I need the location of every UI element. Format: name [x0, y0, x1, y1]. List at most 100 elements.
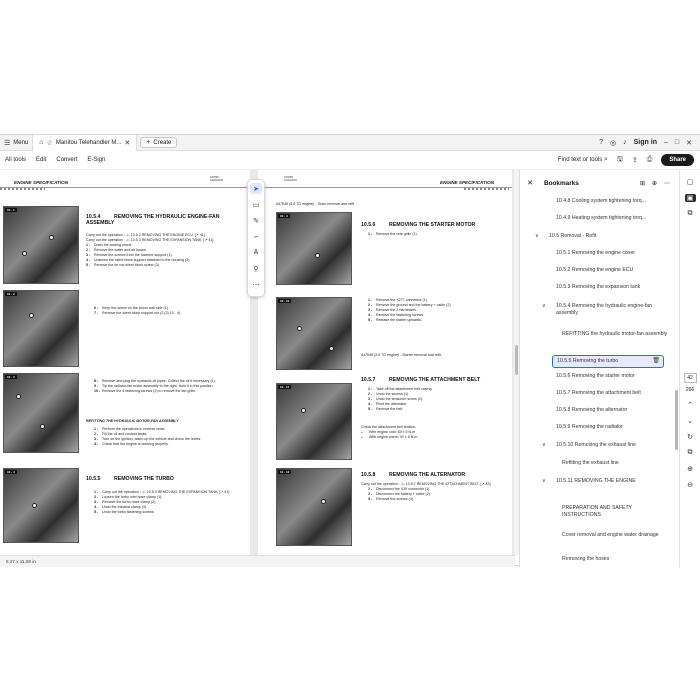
callout-marker — [40, 424, 45, 429]
bookmark-item[interactable]: 10.4.8 Cooling system tightening torq... — [556, 198, 664, 205]
find-text-button[interactable]: Find text or tools ⌕ — [558, 156, 608, 164]
callout-marker — [297, 326, 302, 331]
section-number: 10.5.6 — [361, 222, 376, 228]
bookmark-item[interactable]: 10.5.1 Removing the engine cover — [556, 250, 664, 257]
bookmark-item[interactable]: ∨ 10.5.4 Removing the hydraulic engine-fa… — [542, 303, 664, 317]
callout-marker — [329, 346, 334, 351]
add-bookmark-icon[interactable]: ⊕ — [652, 180, 657, 187]
page-down-icon[interactable]: ⌄ — [687, 417, 693, 425]
zoom-out-icon[interactable]: ⊖ — [687, 481, 693, 489]
bookmark-item[interactable]: ∨ 10.5.10 Removing the exhaust line — [542, 442, 664, 449]
bookmark-item[interactable]: Cover removal and engine water drainage — [562, 532, 670, 539]
copy-icon[interactable]: ⧉ — [688, 449, 693, 457]
bookmark-item[interactable]: ∨ 10.5.11 REMOVING THE ENGINE — [542, 478, 664, 485]
toolbar-right: Find text or tools ⌕ 🖫 ⇪ ⎙ Share — [558, 154, 700, 166]
more-icon[interactable]: ⋯ — [250, 279, 262, 290]
menu-convert[interactable]: Convert — [56, 157, 77, 163]
print-icon[interactable]: ⎙ — [647, 156, 653, 164]
maximize-icon[interactable]: □ — [675, 139, 679, 146]
bookmark-item[interactable]: 10.4.9 Heating system tightening torq... — [556, 215, 664, 222]
menu-e-sign[interactable]: E-Sign — [87, 157, 105, 163]
find-label: Find text or tools — [557, 157, 603, 163]
bookmark-item[interactable]: 10.5.6 Removing the starter motor — [556, 373, 664, 380]
help-icon[interactable]: ? — [599, 139, 603, 146]
pdf-page-right: 647868 10/04/2020 ENGINE SPECIFICATION 6… — [258, 170, 512, 555]
sign-in-button[interactable]: Sign in — [634, 139, 657, 146]
document-tab[interactable]: ⌂ ☆ Manitou Telehandler M... ✕ — [32, 134, 138, 151]
comments-icon[interactable]: ▢ — [687, 178, 694, 186]
share-button[interactable]: Share — [661, 154, 694, 166]
lasso-icon[interactable]: ∽ — [250, 231, 262, 242]
chevron-down-icon[interactable]: ∨ — [535, 233, 539, 240]
star-icon[interactable]: ☆ — [47, 139, 53, 147]
bookmark-options-icon[interactable]: ⊞ — [640, 180, 645, 187]
bookmark-item[interactable]: 10.5.8 Removing the alternator — [556, 407, 664, 414]
create-button[interactable]: + Create — [140, 137, 178, 148]
zoom-in-icon[interactable]: ⊕ — [687, 465, 693, 473]
cursor-icon[interactable]: ➤ — [250, 183, 262, 194]
menu-label: Menu — [13, 139, 29, 146]
section-title: 10.5.5 REMOVING THE TURBO — [86, 476, 246, 482]
bookmark-label: 10.4.9 Heating system tightening torq... — [556, 215, 647, 221]
close-tab-icon[interactable]: ✕ — [124, 139, 130, 147]
plus-icon: + — [146, 139, 151, 146]
stamp-icon[interactable]: ⚲ — [250, 263, 262, 274]
page-header-code: 647868 10/04/2020 — [284, 176, 297, 182]
bookmark-item[interactable]: REFITTING the hydraulic motor-fan assemb… — [562, 331, 670, 338]
refresh-icon[interactable]: ↻ — [687, 433, 693, 441]
page-header-title: ENGINE SPECIFICATION — [14, 180, 69, 185]
bookmark-label: 10.5.7 Removing the attachment belt — [556, 390, 641, 396]
step: 4 - Check that the engine is working prop… — [94, 442, 169, 446]
bookmark-item[interactable]: 10.5.2 Removing the engine ECU — [556, 267, 664, 274]
bookmark-item[interactable]: PREPARATION AND SAFETY INSTRUCTIONS — [562, 505, 670, 519]
close-window-icon[interactable]: ✕ — [686, 139, 692, 147]
main-toolbar: All tools Edit Convert E-Sign Find text … — [0, 151, 700, 170]
upload-icon[interactable]: ⇪ — [632, 156, 638, 164]
bookmark-item[interactable]: Refitting the exhaust line — [562, 460, 670, 467]
menu-all-tools[interactable]: All tools — [5, 157, 26, 163]
minimize-icon[interactable]: – — [664, 139, 668, 146]
bookmark-item[interactable]: Removing the hoses — [562, 556, 670, 563]
section-body: 1 - Carry out the operation : -▷ 10.5.3 R… — [94, 490, 244, 515]
menu-button[interactable]: ☰ Menu — [0, 135, 32, 151]
callout-marker — [301, 408, 306, 413]
current-page-input[interactable]: 42 — [683, 373, 697, 383]
trash-icon[interactable]: 🗑 — [652, 358, 660, 365]
bookmark-item[interactable]: 10.5.9 Removing the radiator — [556, 424, 664, 431]
bookmark-item[interactable]: 10.5.7 Removing the attachment belt — [556, 390, 664, 397]
section-title: 10.5.4 REMOVING THE HYDRAULIC ENGINE-FAN … — [86, 214, 246, 226]
chevron-down-icon[interactable]: ∨ — [542, 442, 546, 449]
section-heading: REMOVING THE ALTERNATOR — [389, 472, 466, 478]
figure-photo: 10 - 3 — [3, 373, 79, 453]
text-box-icon[interactable]: A — [250, 247, 262, 258]
comment-icon[interactable]: ▭ — [250, 199, 262, 210]
bookmarks-icon[interactable]: ▣ — [684, 194, 696, 202]
section-body: 1 - Remove the X277 connector (1). 2 - Rem… — [368, 298, 508, 323]
bookmarks-title: Bookmarks — [544, 179, 579, 187]
more-options-icon[interactable]: ⋯ — [664, 180, 670, 187]
bell-icon[interactable]: ♪ — [623, 139, 627, 146]
save-icon[interactable]: 🖫 — [617, 155, 623, 166]
globe-icon[interactable]: ◎ — [610, 139, 616, 147]
menu-edit[interactable]: Edit — [36, 157, 46, 163]
section-title: 10.5.7 REMOVING THE ATTACHMENT BELT — [361, 377, 511, 383]
page-up-icon[interactable]: ⌃ — [687, 401, 693, 409]
figure-photo: 10 - 1 — [3, 206, 79, 284]
figure-tag: 10 - 1 — [5, 208, 17, 212]
section-body: 1 - Take off the attachment belt casing. … — [368, 387, 508, 412]
bookmark-item[interactable]: ∨ 10.5 Removal - Refit — [535, 233, 657, 240]
bookmark-scrollbar-thumb[interactable] — [675, 390, 678, 450]
figure-photo: 10 - 10 — [276, 297, 352, 370]
chevron-down-icon[interactable]: ∨ — [542, 478, 546, 485]
bookmark-label: REFITTING the hydraulic motor-fan assemb… — [562, 331, 668, 337]
bookmark-item[interactable]: 10.5.3 Removing the expansion tank — [556, 284, 664, 291]
bookmark-label: 10.5.11 REMOVING THE ENGINE — [556, 478, 636, 484]
home-icon[interactable]: ⌂ — [39, 139, 43, 146]
pen-icon[interactable]: ✎ — [250, 215, 262, 226]
bookmark-item[interactable]: 10.5.5 Removing the turbo 🗑 — [552, 355, 664, 368]
scrollbar-thumb[interactable] — [515, 345, 518, 375]
section-body: Carry out the operation : -▷ 10.5.7 REMO… — [361, 482, 509, 502]
chevron-down-icon[interactable]: ∨ — [542, 303, 546, 310]
layers-icon[interactable]: ⧉ — [688, 210, 693, 218]
close-panel-icon[interactable]: ✕ — [520, 179, 540, 187]
